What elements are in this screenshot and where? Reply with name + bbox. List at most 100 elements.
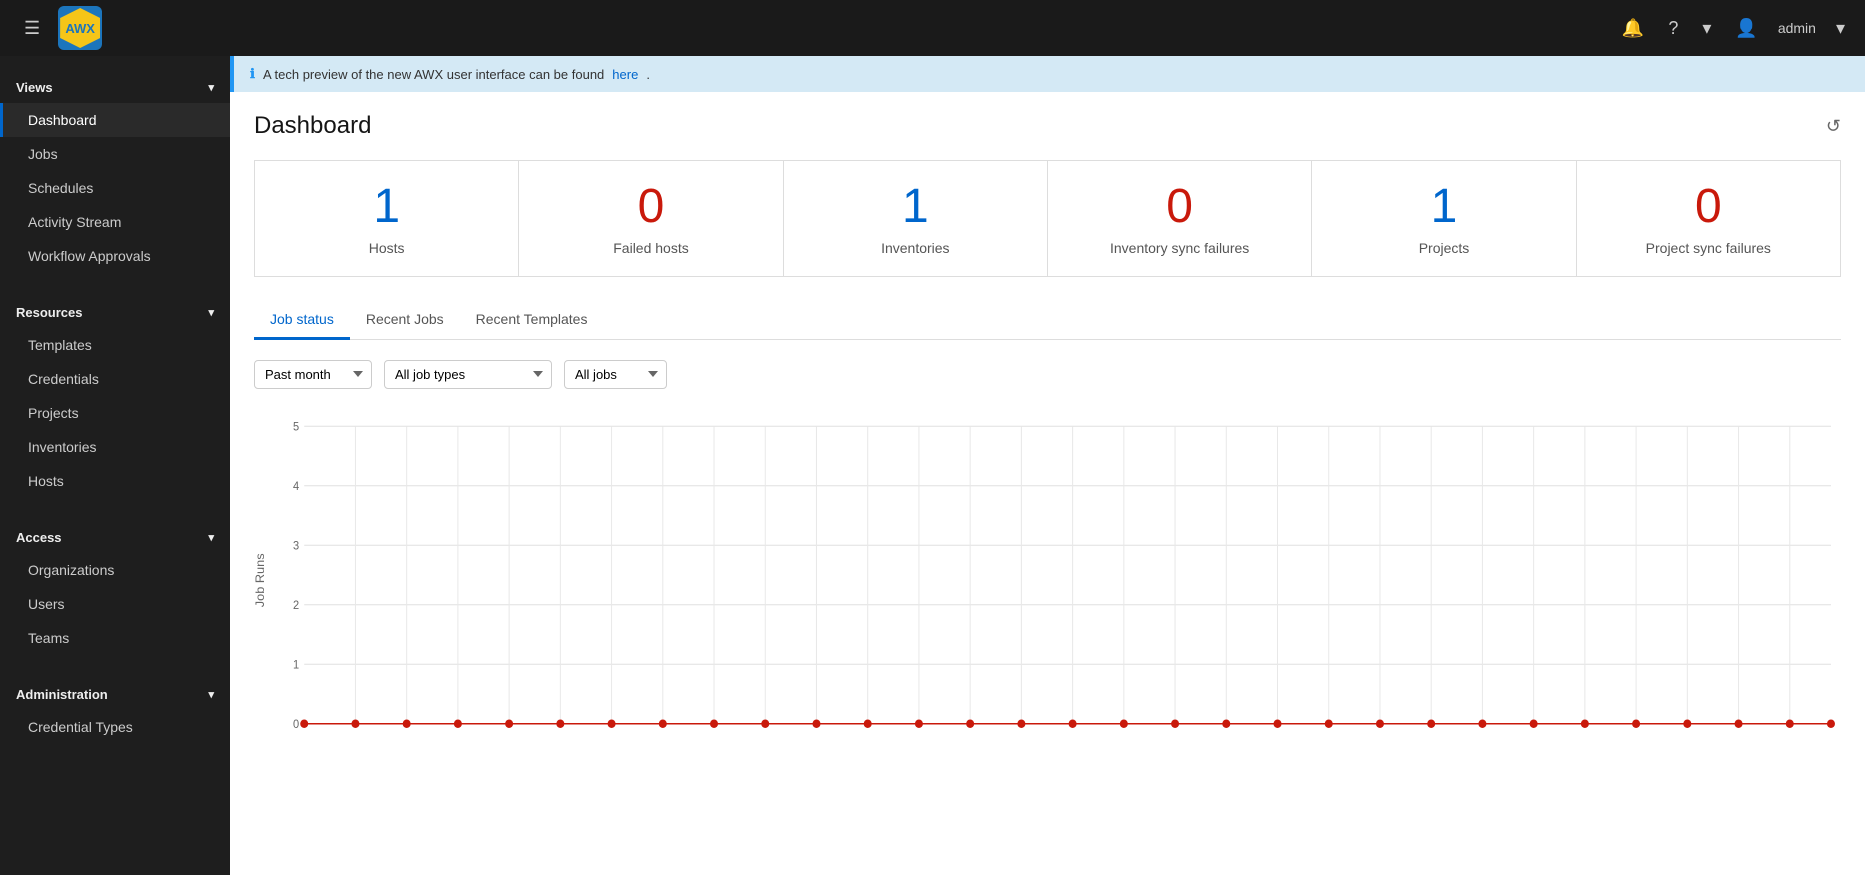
banner-text: A tech preview of the new AWX user inter… [263, 67, 604, 82]
sidebar-access-chevron: ▾ [208, 531, 214, 544]
chart-dot-26 [1632, 719, 1640, 728]
chart-dot-24 [1530, 719, 1538, 728]
topbar-left: ☰ AWX [16, 6, 1618, 50]
failed-hosts-label: Failed hosts [535, 240, 766, 256]
chart-svg: Job Runs 0 1 2 3 4 5 [254, 405, 1841, 745]
filter-bar: Past month Past week Past 2 weeks Past y… [254, 360, 1841, 389]
y-tick-3: 3 [293, 540, 299, 552]
sidebar-administration-header[interactable]: Administration ▾ [0, 679, 230, 710]
user-chevron-icon[interactable]: ▾ [1832, 14, 1849, 43]
refresh-icon[interactable]: ↺ [1826, 116, 1841, 137]
chart-dot-1 [351, 719, 359, 728]
sidebar-access-label: Access [16, 530, 62, 545]
hosts-label: Hosts [271, 240, 502, 256]
hosts-count: 1 [271, 181, 502, 234]
y-tick-4: 4 [293, 481, 299, 493]
sidebar-item-users[interactable]: Users [0, 587, 230, 621]
chart-dot-20 [1325, 719, 1333, 728]
sidebar-item-jobs[interactable]: Jobs [0, 137, 230, 171]
projects-count: 1 [1328, 181, 1559, 234]
topbar-right: 🔔 ? ▾ 👤 admin ▾ [1618, 14, 1849, 43]
help-icon[interactable]: ? [1664, 14, 1682, 43]
chevron-help-icon[interactable]: ▾ [1698, 14, 1715, 43]
tab-recent-jobs[interactable]: Recent Jobs [350, 301, 460, 340]
sidebar-views-header[interactable]: Views ▾ [0, 72, 230, 103]
chart-dot-7 [659, 719, 667, 728]
sidebar-item-dashboard[interactable]: Dashboard [0, 103, 230, 137]
stat-cards: 1 Hosts 0 Failed hosts 1 Inventories 0 I… [254, 160, 1841, 277]
chart-dot-21 [1376, 719, 1384, 728]
info-banner: ℹ A tech preview of the new AWX user int… [230, 56, 1865, 92]
stat-card-projects[interactable]: 1 Projects [1312, 161, 1576, 276]
chart-dot-28 [1735, 719, 1743, 728]
sidebar-item-credential-types[interactable]: Credential Types [0, 710, 230, 744]
dashboard-area: Dashboard ↺ 1 Hosts 0 Failed hosts 1 Inv… [230, 92, 1865, 875]
projects-label: Projects [1328, 240, 1559, 256]
sidebar-item-schedules[interactable]: Schedules [0, 171, 230, 205]
sidebar-item-workflow-approvals[interactable]: Workflow Approvals [0, 239, 230, 273]
y-tick-1: 1 [293, 659, 299, 671]
sidebar-item-inventories[interactable]: Inventories [0, 430, 230, 464]
sidebar-views-section: Views ▾ Dashboard Jobs Schedules Activit… [0, 56, 230, 281]
chart-dot-13 [966, 719, 974, 728]
job-types-filter[interactable]: All job types Playbook run Workflow job … [384, 360, 552, 389]
user-icon: 👤 [1731, 14, 1761, 43]
project-sync-failures-count: 0 [1593, 181, 1824, 234]
app-body: Views ▾ Dashboard Jobs Schedules Activit… [0, 56, 1865, 875]
jobs-filter[interactable]: All jobs Successful Failed [564, 360, 667, 389]
sidebar-item-organizations[interactable]: Organizations [0, 553, 230, 587]
stat-card-project-sync-failures[interactable]: 0 Project sync failures [1577, 161, 1840, 276]
sidebar-access-section: Access ▾ Organizations Users Teams [0, 506, 230, 663]
sidebar-resources-label: Resources [16, 305, 82, 320]
chart-dot-6 [608, 719, 616, 728]
page-title: Dashboard [254, 112, 371, 140]
stat-card-inventory-sync-failures[interactable]: 0 Inventory sync failures [1048, 161, 1312, 276]
y-tick-5: 5 [293, 421, 299, 433]
tab-recent-templates[interactable]: Recent Templates [460, 301, 604, 340]
chart-dot-25 [1581, 719, 1589, 728]
sidebar-administration-label: Administration [16, 687, 108, 702]
failed-hosts-count: 0 [535, 181, 766, 234]
dashboard-header: Dashboard ↺ [254, 112, 1841, 140]
hamburger-menu-button[interactable]: ☰ [16, 14, 48, 43]
time-period-filter[interactable]: Past month Past week Past 2 weeks Past y… [254, 360, 372, 389]
chart-dot-18 [1222, 719, 1230, 728]
stat-card-inventories[interactable]: 1 Inventories [784, 161, 1048, 276]
chart-dot-11 [864, 719, 872, 728]
sidebar-item-credentials[interactable]: Credentials [0, 362, 230, 396]
inventory-sync-failures-label: Inventory sync failures [1064, 240, 1295, 256]
sidebar-item-teams[interactable]: Teams [0, 621, 230, 655]
main-content: ℹ A tech preview of the new AWX user int… [230, 56, 1865, 875]
sidebar-resources-header[interactable]: Resources ▾ [0, 297, 230, 328]
sidebar-item-templates[interactable]: Templates [0, 328, 230, 362]
dashboard-tabs: Job status Recent Jobs Recent Templates [254, 301, 1841, 340]
chart-dot-4 [505, 719, 513, 728]
sidebar-access-header[interactable]: Access ▾ [0, 522, 230, 553]
chart-dot-16 [1120, 719, 1128, 728]
chart-dot-0 [300, 719, 308, 728]
admin-username: admin [1778, 20, 1816, 36]
topbar: ☰ AWX 🔔 ? ▾ 👤 admin ▾ [0, 0, 1865, 56]
chart-dot-8 [710, 719, 718, 728]
tab-job-status[interactable]: Job status [254, 301, 350, 340]
chart-dot-14 [1017, 719, 1025, 728]
stat-card-failed-hosts[interactable]: 0 Failed hosts [519, 161, 783, 276]
sidebar-administration-section: Administration ▾ Credential Types [0, 663, 230, 752]
sidebar-item-activity-stream[interactable]: Activity Stream [0, 205, 230, 239]
chart-dot-10 [812, 719, 820, 728]
sidebar-views-chevron: ▾ [208, 81, 214, 94]
awx-logo-hex: AWX [60, 8, 100, 48]
sidebar-item-hosts[interactable]: Hosts [0, 464, 230, 498]
chart-dot-29 [1786, 719, 1794, 728]
sidebar-administration-chevron: ▾ [208, 688, 214, 701]
notifications-icon[interactable]: 🔔 [1618, 14, 1648, 43]
chart-dot-15 [1069, 719, 1077, 728]
chart-dot-2 [403, 719, 411, 728]
sidebar-item-projects[interactable]: Projects [0, 396, 230, 430]
inventories-label: Inventories [800, 240, 1031, 256]
stat-card-hosts[interactable]: 1 Hosts [255, 161, 519, 276]
banner-link[interactable]: here [612, 67, 638, 82]
sidebar-resources-chevron: ▾ [208, 306, 214, 319]
y-tick-2: 2 [293, 600, 299, 612]
chart-dot-12 [915, 719, 923, 728]
